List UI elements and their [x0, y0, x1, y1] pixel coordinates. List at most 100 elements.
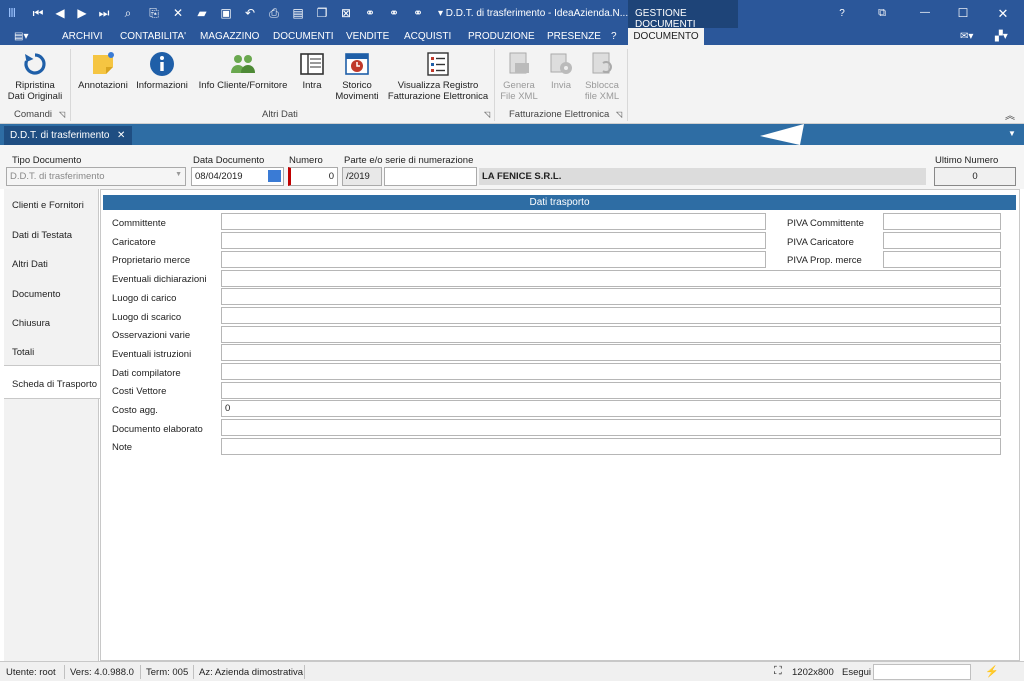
sidebar-item-dati-testata[interactable]: Dati di Testata	[4, 219, 99, 248]
menu-archivi[interactable]: ARCHIVI	[62, 31, 103, 42]
ribbon: Ripristina Dati Originali Annotazioni In…	[0, 45, 1024, 124]
save-icon[interactable]: ▣	[218, 6, 234, 20]
luogo-scarico-input[interactable]	[221, 307, 1001, 324]
istruzioni-input[interactable]	[221, 344, 1001, 361]
piva-committente-input[interactable]	[883, 213, 1001, 230]
minimize-button[interactable]: —	[915, 7, 935, 18]
annotazioni-button[interactable]: Annotazioni	[76, 51, 130, 91]
dialog-launcher-icon[interactable]: ◹	[59, 110, 65, 119]
menu-documenti[interactable]: DOCUMENTI	[273, 31, 334, 42]
prev-record-icon[interactable]: ◀	[52, 6, 68, 20]
intra-button[interactable]: Intra	[296, 51, 328, 91]
unlock-file-icon	[592, 52, 612, 74]
registro-button[interactable]: Visualizza Registro Fatturazione Elettro…	[386, 51, 490, 102]
menu-produzione[interactable]: PRODUZIONE	[468, 31, 535, 42]
data-documento-field[interactable]: 08/04/2019	[191, 167, 284, 186]
app-menu-button[interactable]: ▤▾	[14, 31, 28, 42]
storico-button[interactable]: Storico Movimenti	[332, 51, 382, 102]
documento-elaborato-input[interactable]	[221, 419, 1001, 436]
fullscreen-icon[interactable]: ⛶	[774, 665, 782, 678]
luogo-carico-input[interactable]	[221, 288, 1001, 305]
undo-icon[interactable]: ↶	[242, 6, 258, 20]
print-icon[interactable]: ⎙	[266, 6, 282, 21]
cancel-icon[interactable]: ⊠	[338, 6, 354, 20]
serie-field[interactable]: /2019	[342, 167, 382, 186]
note-input[interactable]	[221, 438, 1001, 455]
calendar-icon[interactable]	[268, 170, 281, 182]
sidebar-item-documento[interactable]: Documento	[4, 278, 99, 307]
new-document-icon[interactable]: ⎘	[146, 6, 162, 21]
group-label-fatturazione: Fatturazione Elettronica	[509, 109, 610, 120]
costo-agg-input[interactable]: 0	[221, 400, 1001, 417]
caricatore-input[interactable]	[221, 232, 766, 249]
ultimo-numero-label: Ultimo Numero	[935, 155, 999, 166]
menu-bar: ▤▾ ARCHIVI CONTABILITA' MAGAZZINO DOCUME…	[0, 28, 1024, 45]
informazioni-button[interactable]: Informazioni	[134, 51, 190, 91]
layout-icon[interactable]: ▞▾	[995, 31, 1008, 42]
menu-documento[interactable]: DOCUMENTO	[628, 28, 704, 45]
genera-xml-button[interactable]: Genera File XML	[498, 51, 540, 102]
search-icon[interactable]: ⌕	[120, 6, 136, 21]
osservazioni-input[interactable]	[221, 326, 1001, 343]
field-label-istruzioni: Eventuali istruzioni	[112, 349, 192, 360]
info-cliente-button[interactable]: Info Cliente/Fornitore	[194, 51, 292, 91]
find-icon[interactable]: ⚭	[362, 6, 378, 20]
list-icon	[427, 52, 449, 76]
help-button[interactable]: ?	[832, 8, 852, 19]
menu-vendite[interactable]: VENDITE	[346, 31, 389, 42]
menu-presenze[interactable]: PRESENZE	[547, 31, 601, 42]
dialog-launcher-icon[interactable]: ◹	[484, 110, 490, 119]
tab-label: D.D.T. di trasferimento	[10, 130, 110, 141]
committente-input[interactable]	[221, 213, 766, 230]
piva-prop-merce-input[interactable]	[883, 251, 1001, 268]
last-record-icon[interactable]: ⏭	[96, 6, 112, 21]
copy-icon[interactable]: ❐	[314, 6, 330, 20]
sidebar-item-scheda-trasporto[interactable]: Scheda di Trasporto	[4, 365, 100, 399]
piva-label-caricatore: PIVA Caricatore	[787, 237, 854, 248]
piva-label-prop-merce: PIVA Prop. merce	[787, 255, 862, 266]
serie-extra-field[interactable]	[384, 167, 477, 186]
tab-list-icon[interactable]: ▼	[1008, 129, 1016, 138]
tipo-documento-select[interactable]: D.D.T. di trasferimento ▼	[6, 167, 186, 186]
sidebar-item-clienti-fornitori[interactable]: Clienti e Fornitori	[4, 189, 99, 218]
mail-icon[interactable]: ✉▾	[960, 31, 973, 42]
company-name: LA FENICE S.R.L.	[479, 168, 926, 185]
numero-label: Numero	[289, 155, 323, 166]
close-tab-icon[interactable]: ✕	[117, 130, 125, 141]
next-record-icon[interactable]: ▶	[74, 6, 90, 20]
delete-icon[interactable]: ✕	[170, 6, 186, 20]
refresh-icon	[24, 53, 46, 75]
esegui-input[interactable]	[873, 664, 971, 680]
invia-button[interactable]: Invia	[544, 51, 578, 91]
tab-ddt-trasferimento[interactable]: D.D.T. di trasferimento ✕	[4, 126, 132, 145]
compilatore-input[interactable]	[221, 363, 1001, 380]
close-button[interactable]: ✕	[993, 6, 1013, 22]
field-label-luogo-scarico: Luogo di scarico	[112, 312, 182, 323]
maximize-button[interactable]: ☐	[953, 6, 973, 20]
first-record-icon[interactable]: ⏮	[30, 6, 46, 21]
sidebar-item-chiusura[interactable]: Chiusura	[4, 307, 99, 336]
lightning-icon[interactable]: ⚡	[985, 665, 999, 678]
numero-field[interactable]: 0	[288, 167, 338, 186]
preview-icon[interactable]: ▤	[290, 6, 306, 20]
ripristina-button[interactable]: Ripristina Dati Originali	[6, 51, 64, 102]
menu-acquisti[interactable]: ACQUISTI	[404, 31, 451, 42]
dichiarazioni-input[interactable]	[221, 270, 1001, 287]
sidebar-item-altri-dati[interactable]: Altri Dati	[4, 248, 99, 277]
folder-icon[interactable]: ▰	[194, 6, 210, 20]
find-all-icon[interactable]: ⚭	[410, 6, 426, 20]
sblocca-xml-button[interactable]: Sblocca file XML	[582, 51, 622, 102]
find-next-icon[interactable]: ⚭	[386, 6, 402, 20]
context-group-label: GESTIONE DOCUMENTI	[628, 0, 738, 30]
restore-layout-button[interactable]: ⧉	[872, 7, 892, 20]
piva-caricatore-input[interactable]	[883, 232, 1001, 249]
menu-help[interactable]: ?	[611, 31, 617, 42]
menu-contabilita[interactable]: CONTABILITA'	[120, 31, 186, 42]
collapse-ribbon-icon[interactable]: ︽	[1005, 107, 1015, 122]
sidebar-item-totali[interactable]: Totali	[4, 336, 99, 365]
costi-vettore-input[interactable]	[221, 382, 1001, 399]
field-label-luogo-carico: Luogo di carico	[112, 293, 177, 304]
proprietario-merce-input[interactable]	[221, 251, 766, 268]
dialog-launcher-icon[interactable]: ◹	[616, 110, 622, 119]
menu-magazzino[interactable]: MAGAZZINO	[200, 31, 259, 42]
